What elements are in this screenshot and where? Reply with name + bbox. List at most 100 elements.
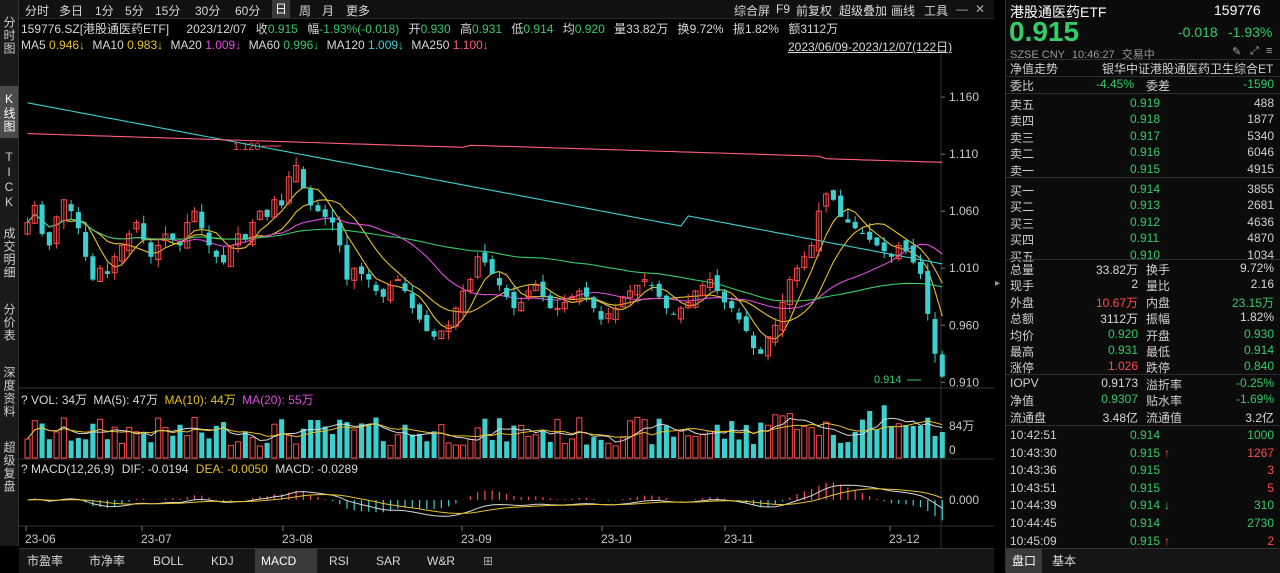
f9-button[interactable]: F9 <box>776 2 790 16</box>
fund-stat-row: IOPV 0.9173 溢折率 -0.25% <box>1010 376 1274 392</box>
fund-stat-row: 净值 0.9307 贴水率 -1.69% <box>1010 392 1274 409</box>
candle-body <box>242 234 248 240</box>
tick-price: 0.914 <box>1130 428 1161 442</box>
stat-value: 0.9173 <box>1101 376 1138 390</box>
volume-value: 33.82万 <box>626 22 669 36</box>
volume-bar <box>714 424 720 458</box>
tab-tick[interactable]: TICK <box>0 145 18 215</box>
bid-volume: 4870 <box>1247 231 1274 246</box>
volume-bar <box>736 439 742 458</box>
edit-icon[interactable]: ✎ <box>1232 45 1241 58</box>
candle-body <box>649 285 655 287</box>
candle-body <box>344 244 350 280</box>
tab-boll[interactable]: BOLL <box>147 549 190 573</box>
period-intraday[interactable]: 分时 <box>25 2 49 19</box>
candle-body <box>917 261 924 274</box>
add-indicator-icon[interactable]: ⊞ <box>477 549 499 573</box>
bid-volume: 4636 <box>1247 214 1274 229</box>
period-day[interactable]: 日 <box>272 0 291 18</box>
candle-body <box>540 281 546 297</box>
tab-kline[interactable]: K线图 <box>0 86 18 138</box>
volume-bar <box>576 417 583 459</box>
period-60min[interactable]: 60分 <box>235 2 260 19</box>
date-range[interactable]: 2023/06/09-2023/12/07(122日) <box>788 38 952 55</box>
volume-bar <box>118 442 125 459</box>
volume-bar <box>24 438 31 459</box>
change-value: -1.93%(-0.018) <box>319 22 400 36</box>
tab-orderbook[interactable]: 盘口 <box>1006 549 1043 573</box>
volume-bar <box>685 435 692 459</box>
period-week[interactable]: 周 <box>299 2 311 19</box>
fund-stat-row: 流通盘 3.48亿 流通值 3.2亿 <box>1010 410 1274 425</box>
tab-depth-data[interactable]: 深度资料 <box>0 357 18 427</box>
minimize-icon[interactable]: — <box>956 2 968 16</box>
low-value: 0.914 <box>523 22 554 36</box>
candle-body <box>206 232 212 246</box>
nav-trend-link[interactable]: 净值走势 <box>1010 60 1058 77</box>
volume-bar <box>663 425 669 458</box>
more-icon[interactable]: ≡ <box>1266 45 1272 57</box>
tab-super-review[interactable]: 超级复盘 <box>0 432 18 502</box>
candle-body <box>932 319 938 354</box>
volume-bar <box>895 423 902 459</box>
candle-body <box>838 195 844 217</box>
candle-body <box>489 259 495 274</box>
forward-adjust-button[interactable]: 前复权 <box>796 2 832 19</box>
macd-legend: ? MACD(12,26,9) DIF: -0.0194 DEA: -0.005… <box>21 462 358 476</box>
price-change-pct: -1.93% <box>1228 24 1273 40</box>
expand-icon[interactable]: ⤢ <box>1250 45 1259 58</box>
ask-price: 0.915 <box>1130 161 1161 176</box>
tab-pb-ratio[interactable]: 市净率 <box>83 549 131 573</box>
period-multiday[interactable]: 多日 <box>59 2 83 19</box>
volume-axis-label: 84万 <box>949 419 974 433</box>
tab-rsi[interactable]: RSI <box>323 549 355 573</box>
period-30min[interactable]: 30分 <box>195 2 220 19</box>
volume-bar <box>699 433 706 459</box>
tick-direction-icon: ↑ <box>1164 445 1170 460</box>
bid-volume: 2681 <box>1247 198 1274 213</box>
tools-button[interactable]: 工具 <box>924 2 948 19</box>
period-month[interactable]: 月 <box>322 2 334 19</box>
tab-trade-detail[interactable]: 成交明细 <box>0 218 18 288</box>
volume-bar <box>271 423 278 459</box>
period-5min[interactable]: 5分 <box>125 2 144 19</box>
composite-screen-button[interactable]: 综合屏 <box>734 2 770 19</box>
volume-bar <box>474 427 481 459</box>
period-1min[interactable]: 1分 <box>95 2 114 19</box>
volume-bar <box>452 444 459 459</box>
tab-wr[interactable]: W&R <box>421 549 461 573</box>
tab-kdj[interactable]: KDJ <box>205 549 240 573</box>
volume-bar <box>387 444 394 459</box>
date-axis-label: 23-12 <box>889 532 920 546</box>
volume-bar <box>605 442 612 459</box>
volume-bar <box>838 442 844 458</box>
volume-bar <box>235 441 242 459</box>
candle-body <box>671 313 677 315</box>
tab-intraday[interactable]: 分时图 <box>0 2 18 68</box>
tab-basic[interactable]: 基本 <box>1046 549 1082 573</box>
volume-bar <box>337 419 343 458</box>
volume-bar <box>394 434 401 459</box>
stat-row: 总量 33.82万 换手 9.72% <box>1010 261 1274 277</box>
tab-macd[interactable]: MACD <box>255 549 317 573</box>
candle-body <box>939 354 945 377</box>
volume-bar <box>729 421 735 458</box>
volume-bar <box>438 424 445 459</box>
volume-bar <box>758 422 764 458</box>
security-code-right: 159776 <box>1214 2 1261 18</box>
tick-price: 0.915 <box>1130 463 1161 478</box>
period-more[interactable]: 更多 <box>346 2 370 19</box>
tab-sar[interactable]: SAR <box>370 549 407 573</box>
close-icon[interactable]: ✕ <box>975 2 985 16</box>
tab-price-table[interactable]: 分价表 <box>0 296 18 348</box>
period-toolbar: 分时 多日 1分 5分 15分 30分 60分 日 周 月 更多 综合屏 F9 … <box>19 0 994 19</box>
super-overlay-button[interactable]: 超级叠加 <box>839 2 887 19</box>
help-icon[interactable]: ? <box>21 462 28 476</box>
stat-value: 0.930 <box>1243 326 1274 341</box>
tab-pe-ratio[interactable]: 市盈率 <box>21 549 69 573</box>
period-15min[interactable]: 15分 <box>155 2 180 19</box>
volume-axis-label: 0 <box>949 443 956 457</box>
draw-line-button[interactable]: 画线 <box>891 2 915 19</box>
help-icon[interactable]: ? <box>21 393 28 407</box>
collapse-arrow-icon[interactable]: ▸ <box>995 278 1004 292</box>
